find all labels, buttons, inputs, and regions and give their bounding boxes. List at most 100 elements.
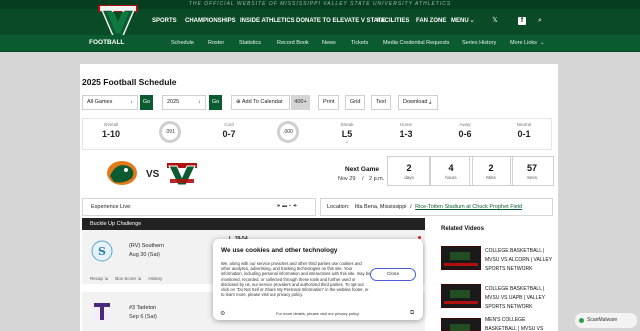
tagline-text: THE OFFICIAL WEBSITE OF MISSISSIPPI VALL…	[188, 1, 452, 7]
add-to-calendar-button[interactable]: ⊕ Add To Calendar	[231, 95, 290, 110]
subnav-news[interactable]: News	[322, 40, 336, 46]
mvsu-team-logo[interactable]	[166, 161, 198, 187]
stat-conf-label: Conf	[224, 122, 234, 127]
download-label: Download	[403, 99, 428, 105]
menu-chevron-icon[interactable]: ⌄	[468, 17, 476, 25]
search-icon[interactable]: ⌕	[536, 17, 544, 25]
countdown-days-unit: days	[404, 175, 414, 180]
nav-menu[interactable]: MENU	[451, 18, 469, 24]
stat-neutral-label: Neutral	[516, 122, 532, 127]
subnav-tickets[interactable]: Tickets	[351, 40, 368, 46]
overall-pct-ring: .091	[159, 121, 181, 143]
history-link[interactable]: History	[148, 276, 162, 281]
game2-opponent[interactable]: #3 Tarleton	[129, 305, 156, 311]
stat-home: Home 1-3	[378, 119, 434, 149]
next-game-date-sep: /	[361, 176, 364, 182]
nav-fan-zone[interactable]: FAN ZONE	[416, 18, 446, 24]
countdown-mins: 2 Mins	[469, 156, 513, 186]
download-button[interactable]: Download ⤓	[398, 95, 438, 110]
cookie-footer-text[interactable]: For more details, please visit our priva…	[276, 311, 360, 316]
video-title[interactable]: MEN'S COLLEGE BASKETBALL | MVSU VS A&M V…	[485, 316, 555, 331]
subnav-series-history[interactable]: Series History	[462, 40, 496, 46]
game1-links: Recap ⇲ Box Score ⇲ History	[90, 276, 162, 282]
subnav-media-credentials[interactable]: Media Credential Requests	[383, 40, 449, 46]
video-thumbnail[interactable]	[441, 246, 481, 270]
grid-view-button[interactable]: Grid	[345, 95, 365, 110]
next-game-time: 2 p.m.	[369, 176, 385, 182]
tarleton-logo[interactable]	[91, 299, 113, 323]
svg-text:S: S	[98, 245, 106, 258]
season-go-button[interactable]: Go	[209, 95, 222, 110]
next-game-date-text: Nov 29	[338, 176, 356, 182]
stat-streak-value: L5	[341, 129, 353, 139]
gear-icon[interactable]: ⚙	[220, 310, 225, 317]
consent-badge-icon[interactable]: ⧉	[410, 310, 414, 317]
subnav-statistics[interactable]: Statistics	[239, 40, 261, 46]
related-videos-title: Related Videos	[441, 226, 484, 232]
vs-label: VS	[146, 169, 160, 180]
countdown-hours-value: 4	[448, 163, 454, 173]
countdown-secs-value: 57	[526, 163, 537, 173]
facebook-icon[interactable]: f	[518, 17, 526, 25]
stat-overall-label: Overall	[103, 122, 119, 127]
page-title: 2025 Football Schedule	[82, 77, 177, 87]
bucket-header: Buckle Up Challenge	[82, 218, 425, 230]
stat-streak-label: Streak	[340, 122, 354, 127]
streak-down-arrow-icon: ↓	[345, 139, 349, 145]
game-filter-select[interactable]: All Games ↓	[82, 95, 138, 110]
video-title[interactable]: COLLEGE BASKETBALL | MVSU VS ALCORN | VA…	[485, 247, 555, 274]
stat-home-label: Home	[399, 122, 412, 127]
subnav-schedule[interactable]: Schedule	[171, 40, 194, 46]
x-social-icon[interactable]: 𝕏	[491, 17, 499, 25]
experience-icons: 🕪▬▪✦	[277, 203, 299, 209]
download-icon: ⤓	[429, 99, 432, 105]
season-select[interactable]: 2025 ↓	[162, 95, 206, 110]
sport-title[interactable]: FOOTBALL	[89, 39, 124, 46]
more-links-chevron-icon[interactable]: ⌄	[540, 40, 545, 46]
stat-conf-value: 0-7	[222, 129, 236, 139]
sport-subnav: FOOTBALL Schedule Roster Statistics Reco…	[0, 35, 640, 52]
countdown-hours-unit: hours	[445, 175, 457, 180]
cookie-consent-dialog: We use cookies and other technology We, …	[213, 239, 423, 320]
add-to-calendar-label: Add To Calendar	[241, 99, 283, 105]
box-score-link[interactable]: Box Score	[115, 276, 136, 281]
opponent-rattler-logo[interactable]	[104, 158, 140, 188]
stat-neutral-value: 0-1	[517, 129, 531, 139]
text-view-button[interactable]: Text	[371, 95, 391, 110]
nav-inside-athletics[interactable]: INSIDE ATHLETICS	[240, 18, 295, 24]
location-city: Itta Bena, Mississippi	[354, 204, 407, 210]
game2-date: Sep 6 (Sat)	[129, 314, 157, 320]
calendar-count-badge: 400+	[291, 95, 310, 110]
countdown-days: 2 days	[387, 156, 431, 186]
countdown-hours: 4 hours	[429, 156, 473, 186]
subnav-roster[interactable]: Roster	[208, 40, 224, 46]
nav-facilities[interactable]: FACILITIES	[377, 18, 409, 24]
next-game-date: Nov 29 /	[338, 176, 364, 182]
scanmalware-label: ScanMalware	[587, 317, 618, 323]
nav-sports[interactable]: SPORTS	[152, 18, 177, 24]
stat-away: Away 0-6	[437, 119, 493, 149]
game1-date: Aug 30 (Sat)	[129, 252, 160, 258]
scanmalware-badge[interactable]: ScanMalware	[575, 313, 637, 328]
nav-championships[interactable]: CHAMPIONSHIPS	[185, 18, 236, 24]
countdown-secs-unit: Secs	[526, 175, 537, 180]
countdown-days-value: 2	[406, 163, 412, 173]
subnav-more-links[interactable]: More Links	[510, 40, 537, 46]
game1-opponent[interactable]: (RV) Southern	[129, 243, 164, 249]
season-value: 2025	[167, 99, 180, 105]
print-button[interactable]: Print	[318, 95, 339, 110]
stat-home-value: 1-3	[399, 129, 413, 139]
social-icon[interactable]: ✦	[293, 203, 299, 209]
video-thumbnail[interactable]	[441, 318, 481, 331]
southern-logo[interactable]: S	[91, 240, 113, 262]
video-thumbnail[interactable]	[441, 284, 481, 308]
video-title[interactable]: COLLEGE BASKETBALL | MVSU VS UAPB | VALL…	[485, 285, 555, 312]
location-venue-link[interactable]: Rice-Totten Stadium at Chuck Prophet Fie…	[415, 204, 522, 210]
recap-icon: ⇲	[103, 276, 110, 281]
cookie-close-button[interactable]: Close	[370, 268, 416, 281]
stat-away-value: 0-6	[458, 129, 472, 139]
subnav-record-book[interactable]: Record Book	[277, 40, 309, 46]
recap-link[interactable]: Recap	[90, 276, 103, 281]
nav-donate[interactable]: DONATE TO ELEVATE V STATE	[296, 18, 385, 24]
filter-go-button[interactable]: Go	[140, 95, 153, 110]
